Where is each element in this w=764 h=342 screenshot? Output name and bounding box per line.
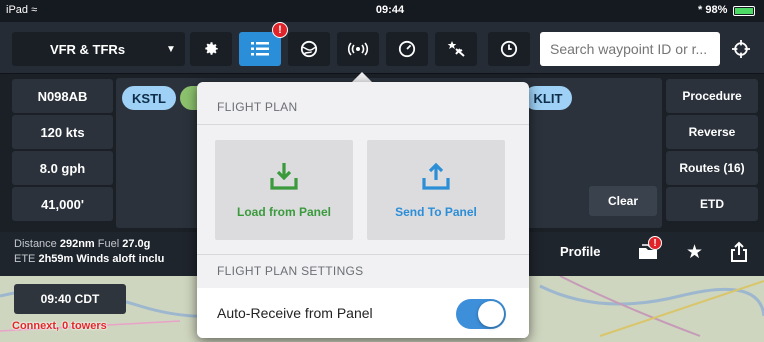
ete-winds-summary: ETE 2h59m Winds aloft inclu — [14, 253, 165, 265]
gauge-icon — [398, 40, 416, 58]
load-from-panel-button[interactable]: Load from Panel — [215, 140, 353, 240]
bluetooth-icon: * — [698, 4, 703, 16]
aircraft-id-button[interactable]: N098AB — [12, 79, 113, 113]
chevron-down-icon: ▼ — [166, 43, 176, 55]
gear-icon — [205, 42, 218, 55]
settings-button[interactable] — [190, 32, 232, 66]
waypoint-destination[interactable]: KLIT — [524, 86, 572, 110]
toggle-knob — [478, 301, 504, 327]
battery-percent: * 98% — [698, 4, 728, 16]
clear-route-button[interactable]: Clear — [589, 186, 657, 216]
instruments-button[interactable] — [386, 32, 428, 66]
share-button[interactable] — [730, 241, 748, 266]
files-alert-badge: ! — [648, 236, 662, 250]
connext-popover: FLIGHT PLAN Load from Panel Send To Pane… — [197, 82, 529, 338]
timer-button[interactable] — [488, 32, 530, 66]
send-to-panel-label: Send To Panel — [395, 205, 477, 219]
globe-button[interactable] — [288, 32, 330, 66]
clock-icon — [500, 40, 518, 58]
battery-icon — [733, 6, 755, 16]
settings-section-header: FLIGHT PLAN SETTINGS — [217, 264, 364, 278]
distance-fuel-summary: Distance 292nm Fuel 27.0g — [14, 238, 151, 250]
flight-plan-section-header: FLIGHT PLAN — [217, 100, 298, 114]
reverse-button[interactable]: Reverse — [666, 115, 758, 149]
flight-plan-button[interactable] — [239, 32, 281, 66]
map-layer-select[interactable]: VFR & TFRs ▼ — [12, 32, 185, 66]
airspeed-button[interactable]: 120 kts — [12, 115, 113, 149]
download-icon — [270, 163, 298, 190]
map-layer-label: VFR & TFRs — [49, 41, 126, 57]
connext-icon — [347, 42, 369, 56]
fuel-burn-button[interactable]: 8.0 gph — [12, 151, 113, 185]
star-plane-icon — [447, 41, 465, 57]
globe-icon — [300, 40, 318, 58]
connext-button[interactable] — [337, 32, 379, 66]
waypoint-origin[interactable]: KSTL — [122, 86, 176, 110]
auto-receive-toggle[interactable] — [456, 299, 506, 329]
altitude-button[interactable]: 41,000' — [12, 187, 113, 221]
connext-status-label: Connext, 0 towers — [12, 320, 107, 332]
device-label: iPad ≈ — [6, 4, 38, 16]
route-segment-chip — [180, 86, 198, 110]
flight-plan-list-icon — [251, 42, 269, 56]
etd-button[interactable]: ETD — [666, 187, 758, 221]
status-time: 09:44 — [375, 4, 405, 16]
nearby-button[interactable] — [435, 32, 477, 66]
target-icon — [732, 40, 750, 58]
current-time-box: 09:40 CDT — [14, 284, 126, 314]
divider — [197, 124, 529, 125]
favorite-star-icon[interactable]: ★ — [686, 241, 703, 264]
profile-button[interactable]: Profile — [560, 244, 600, 259]
upload-icon — [422, 162, 450, 190]
wifi-icon: ≈ — [31, 4, 38, 16]
load-from-panel-label: Load from Panel — [236, 205, 331, 219]
share-icon — [731, 241, 747, 262]
search-input[interactable] — [540, 32, 720, 66]
locate-button[interactable] — [724, 32, 758, 66]
routes-button[interactable]: Routes (16) — [666, 151, 758, 185]
status-bar: iPad ≈ 09:44 * 98% — [0, 0, 764, 22]
toolbar: VFR & TFRs ▼ ! — [0, 22, 764, 74]
flight-plan-alert-badge: ! — [272, 22, 288, 38]
procedure-button[interactable]: Procedure — [666, 79, 758, 113]
auto-receive-label: Auto-Receive from Panel — [217, 305, 373, 321]
send-to-panel-button[interactable]: Send To Panel — [367, 140, 505, 240]
